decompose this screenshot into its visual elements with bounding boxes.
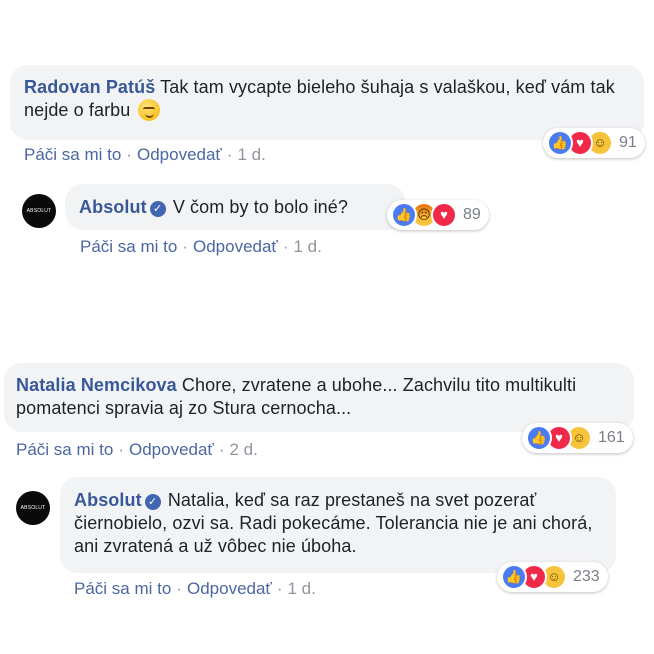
comment-author[interactable]: Radovan Patúš [24, 77, 155, 97]
verified-check-icon: ✓ [149, 201, 166, 217]
thumbs-up-icon: 👍 [547, 130, 573, 156]
comment-actions: Páči sa mi to · Odpovedať · 1 d. [74, 579, 316, 598]
comment-author[interactable]: Natalia Nemcikova [16, 375, 177, 395]
reaction-summary[interactable]: 👍 ♥ ☺ 91 [543, 128, 645, 158]
comment-actions: Páči sa mi to · Odpovedať · 1 d. [24, 145, 266, 164]
reply-link[interactable]: Odpovedať [193, 237, 278, 256]
reaction-count: 233 [573, 568, 600, 585]
like-link[interactable]: Páči sa mi to [16, 440, 113, 459]
reaction-count: 91 [619, 134, 637, 151]
comment-bubble: Absolut ✓ V čom by to bolo iné? [65, 184, 405, 230]
comment-actions: Páči sa mi to · Odpovedať · 1 d. [80, 237, 322, 256]
heart-icon: ♥ [431, 202, 457, 228]
thumbs-up-icon: 👍 [391, 202, 417, 228]
comment-author[interactable]: Absolut [79, 197, 147, 217]
timestamp[interactable]: 2 d. [229, 440, 257, 459]
thumbs-up-icon: 👍 [526, 425, 552, 451]
comment-actions: Páči sa mi to · Odpovedať · 2 d. [16, 440, 258, 459]
avatar[interactable]: ABSOLUT [16, 491, 50, 525]
thumbs-up-icon: 👍 [501, 564, 527, 590]
reply-link[interactable]: Odpovedať [137, 145, 222, 164]
avatar[interactable]: ABSOLUT [22, 194, 56, 228]
comment-text: V čom by to bolo iné? [172, 197, 349, 217]
like-link[interactable]: Páči sa mi to [80, 237, 177, 256]
timestamp[interactable]: 1 d. [293, 237, 321, 256]
like-link[interactable]: Páči sa mi to [74, 579, 171, 598]
reaction-summary[interactable]: 👍 ☹ ♥ 89 [387, 200, 489, 230]
reaction-count: 161 [598, 429, 625, 446]
comment-bubble: Absolut ✓ Natalia, keď sa raz prestaneš n… [60, 477, 616, 573]
timestamp[interactable]: 1 d. [287, 579, 315, 598]
reply-link[interactable]: Odpovedať [187, 579, 272, 598]
reaction-summary[interactable]: 👍 ♥ ☺ 161 [522, 423, 633, 453]
comment-bubble: Radovan Patúš Tak tam vycapte bieleho šu… [10, 65, 644, 140]
verified-check-icon: ✓ [144, 494, 161, 510]
smirk-emoji-icon [137, 99, 160, 121]
reaction-count: 89 [463, 206, 481, 223]
comment-bubble: Natalia Nemcikova Chore, zvratene a uboh… [4, 363, 634, 432]
reply-link[interactable]: Odpovedať [129, 440, 214, 459]
like-link[interactable]: Páči sa mi to [24, 145, 121, 164]
timestamp[interactable]: 1 d. [237, 145, 265, 164]
reaction-summary[interactable]: 👍 ♥ ☺ 233 [497, 562, 608, 592]
comment-author[interactable]: Absolut [74, 490, 142, 510]
